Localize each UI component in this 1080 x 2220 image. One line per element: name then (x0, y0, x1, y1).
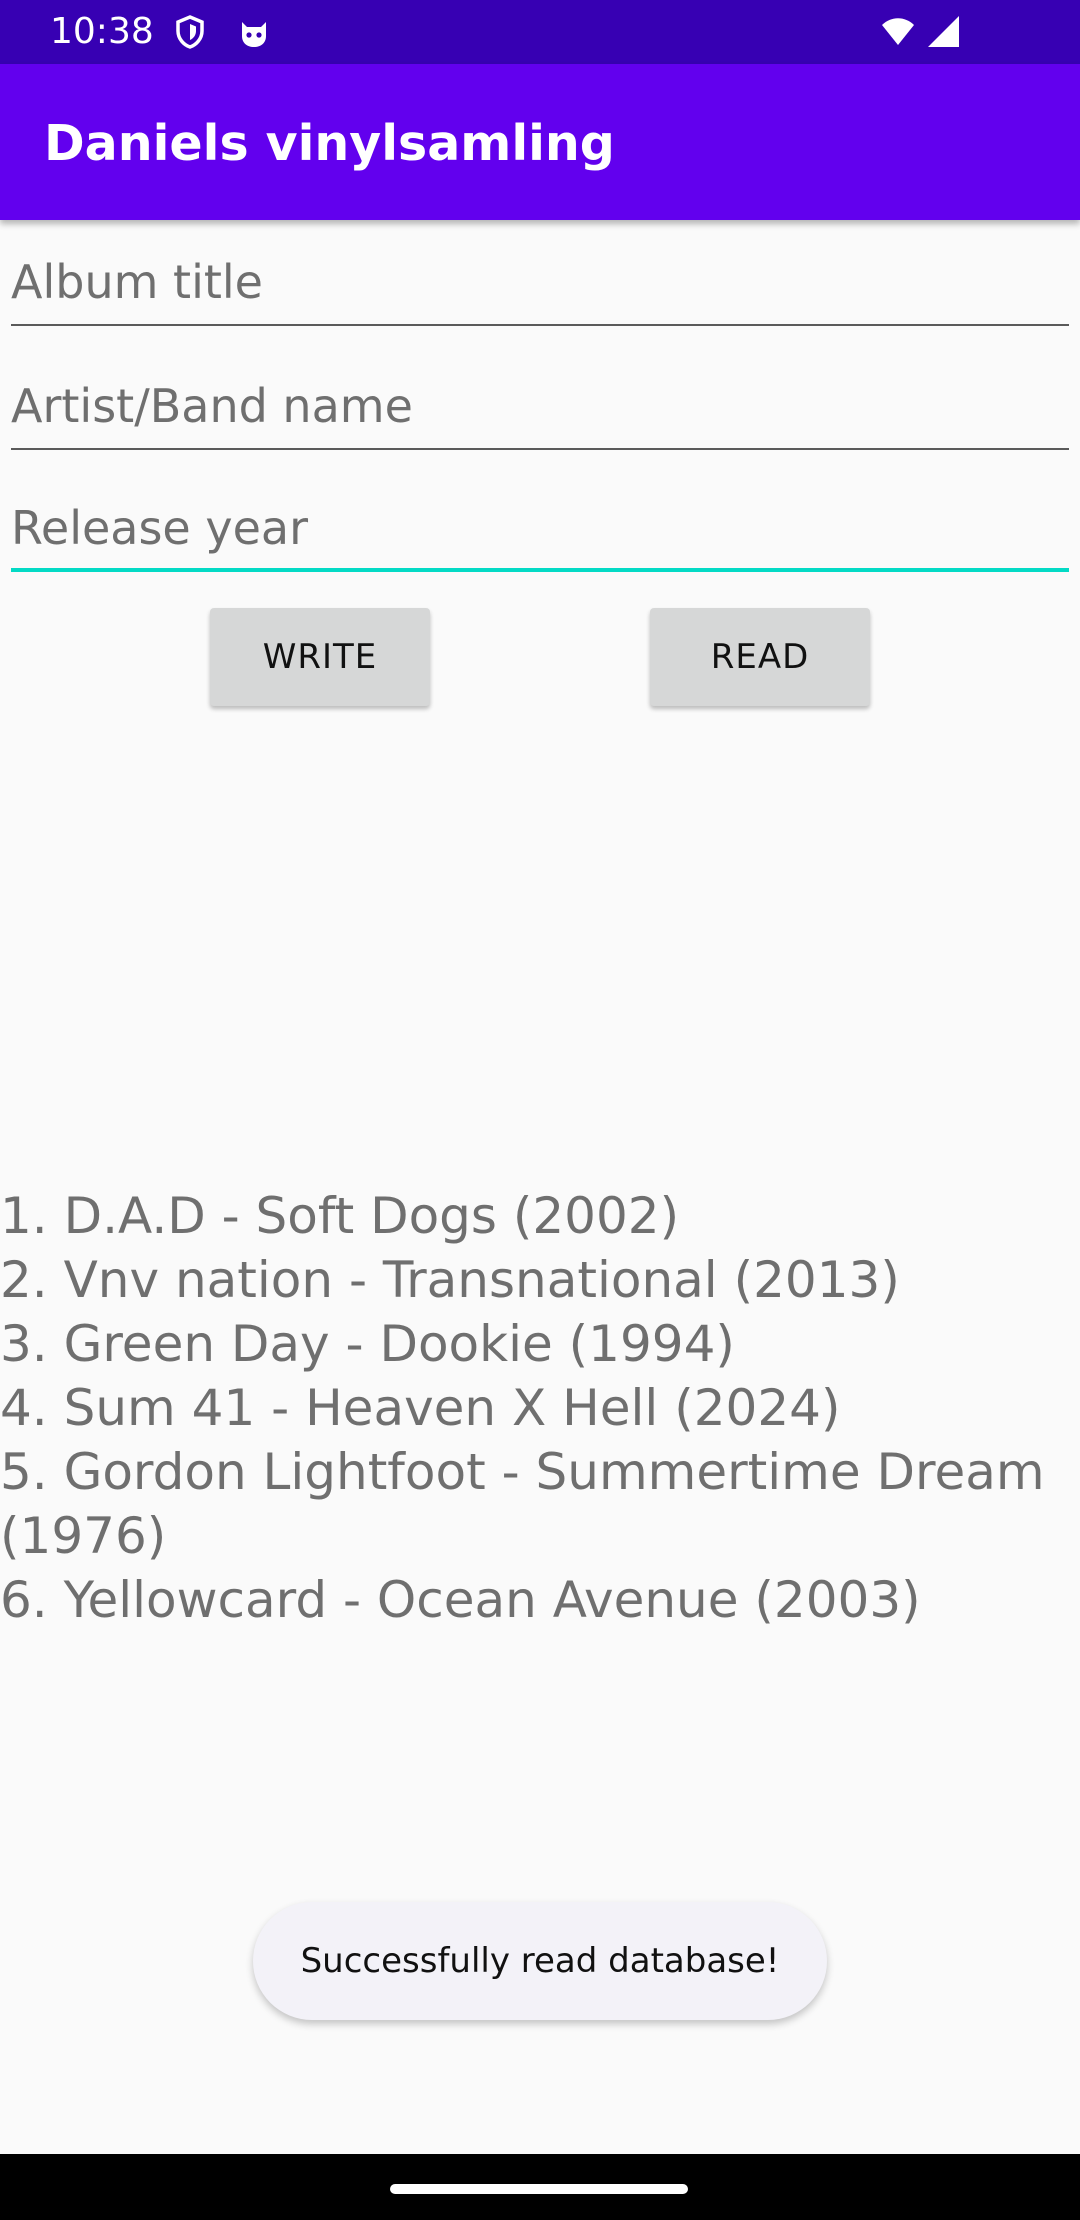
artist-name-input[interactable] (11, 370, 1069, 442)
album-list-item: 6. Yellowcard - Ocean Avenue (2003) (0, 1571, 921, 1629)
read-button[interactable]: READ (650, 608, 870, 706)
album-list-item: 4. Sum 41 - Heaven X Hell (2024) (0, 1379, 841, 1437)
status-bar: 10:38 (0, 0, 1080, 64)
album-list-item: 5. Gordon Lightfoot - Summertime Dream (… (0, 1443, 1045, 1565)
cat-notification-icon (236, 14, 272, 50)
artist-name-underline (11, 448, 1069, 450)
write-button[interactable]: WRITE (210, 608, 430, 706)
home-indicator[interactable] (390, 2184, 688, 2194)
album-title-underline (11, 324, 1069, 326)
album-list-item: 3. Green Day - Dookie (1994) (0, 1315, 735, 1373)
album-list: 1. D.A.D - Soft Dogs (2002) 2. Vnv natio… (0, 1184, 1080, 1632)
shield-icon (172, 14, 208, 50)
album-list-item: 1. D.A.D - Soft Dogs (2002) (0, 1187, 680, 1245)
wifi-icon (880, 14, 916, 50)
cellular-signal-icon (926, 14, 962, 50)
release-year-field (11, 492, 1069, 572)
release-year-input[interactable] (11, 492, 1069, 564)
navigation-bar (0, 2154, 1080, 2220)
status-time: 10:38 (50, 11, 154, 52)
album-list-item: 2. Vnv nation - Transnational (2013) (0, 1251, 900, 1309)
app-bar: Daniels vinylsamling (0, 64, 1080, 220)
album-title-input[interactable] (11, 246, 1069, 318)
release-year-underline-focused (11, 568, 1069, 572)
toast-message: Successfully read database! (253, 1902, 827, 2020)
app-title: Daniels vinylsamling (44, 115, 615, 172)
artist-name-field (11, 370, 1069, 450)
album-title-field (11, 246, 1069, 326)
